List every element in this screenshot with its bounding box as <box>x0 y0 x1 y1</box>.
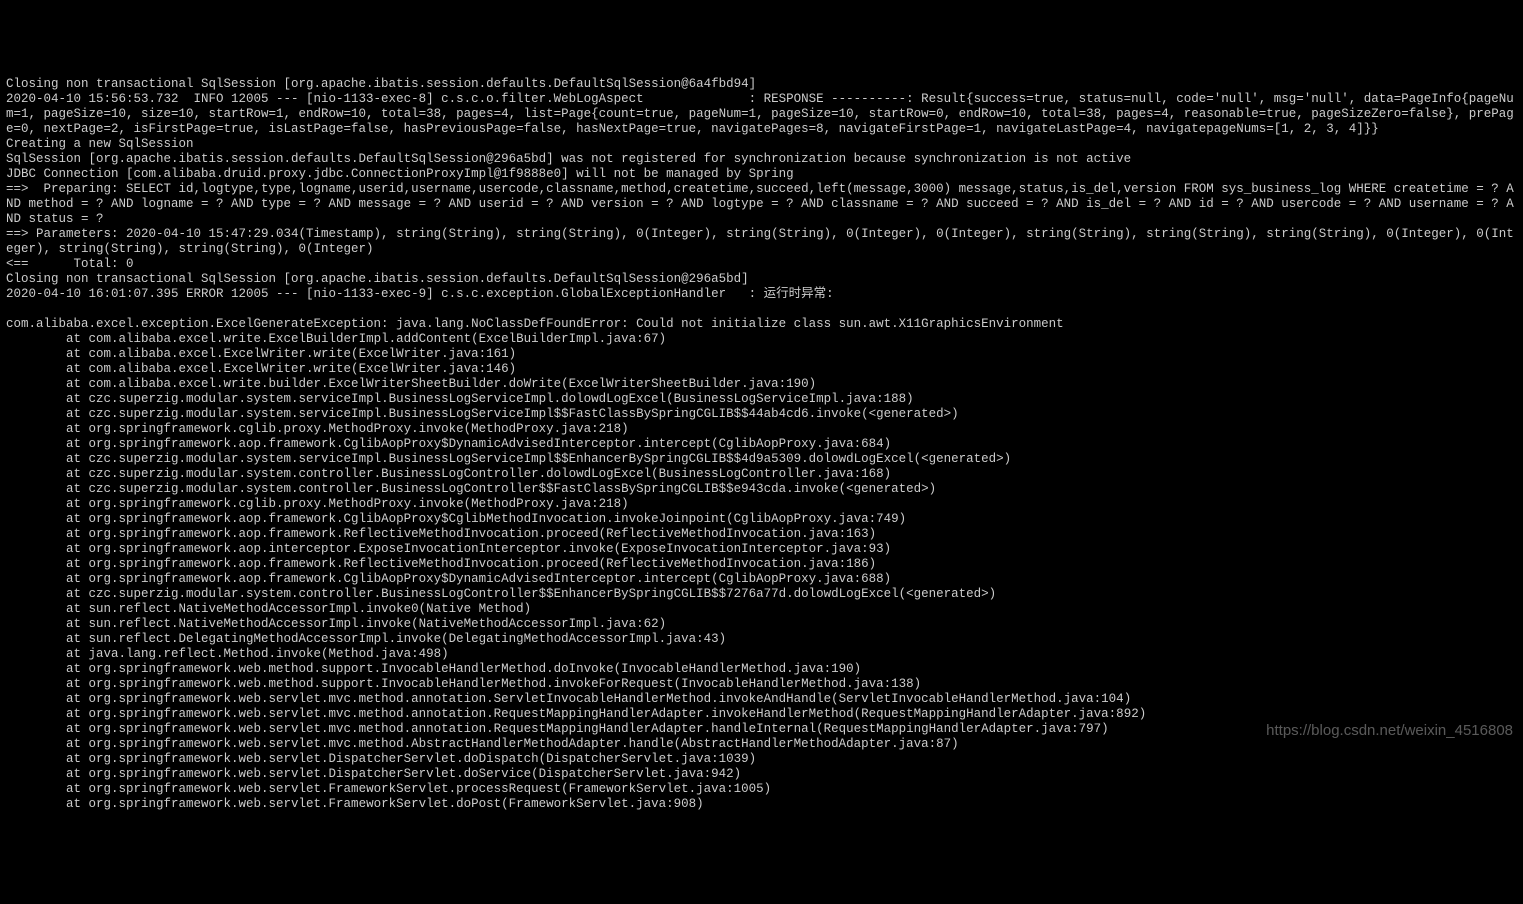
log-line: at com.alibaba.excel.write.ExcelBuilderI… <box>6 332 1517 347</box>
log-line: at org.springframework.aop.interceptor.E… <box>6 542 1517 557</box>
log-line: at org.springframework.aop.framework.Cgl… <box>6 437 1517 452</box>
log-line: Closing non transactional SqlSession [or… <box>6 272 1517 287</box>
log-line: at org.springframework.web.servlet.Dispa… <box>6 752 1517 767</box>
log-line: at org.springframework.aop.framework.Cgl… <box>6 512 1517 527</box>
log-line: at org.springframework.web.method.suppor… <box>6 662 1517 677</box>
log-line: 2020-04-10 16:01:07.395 ERROR 12005 --- … <box>6 287 1517 302</box>
log-line: at czc.superzig.modular.system.serviceIm… <box>6 452 1517 467</box>
log-line: at org.springframework.aop.framework.Ref… <box>6 557 1517 572</box>
log-line: at sun.reflect.NativeMethodAccessorImpl.… <box>6 617 1517 632</box>
log-line: at org.springframework.cglib.proxy.Metho… <box>6 497 1517 512</box>
log-line: at org.springframework.web.servlet.Frame… <box>6 782 1517 797</box>
log-line: ==> Parameters: 2020-04-10 15:47:29.034(… <box>6 227 1517 257</box>
log-line: 2020-04-10 15:56:53.732 INFO 12005 --- [… <box>6 92 1517 137</box>
log-line: Creating a new SqlSession <box>6 137 1517 152</box>
log-line: at org.springframework.aop.framework.Ref… <box>6 527 1517 542</box>
log-line: JDBC Connection [com.alibaba.druid.proxy… <box>6 167 1517 182</box>
log-line: SqlSession [org.apache.ibatis.session.de… <box>6 152 1517 167</box>
log-line <box>6 302 1517 317</box>
terminal-output[interactable]: Closing non transactional SqlSession [or… <box>0 75 1523 814</box>
log-line: at czc.superzig.modular.system.controlle… <box>6 587 1517 602</box>
log-line: at czc.superzig.modular.system.controlle… <box>6 482 1517 497</box>
log-line: at org.springframework.web.servlet.Dispa… <box>6 767 1517 782</box>
log-line: at czc.superzig.modular.system.controlle… <box>6 467 1517 482</box>
log-line: ==> Preparing: SELECT id,logtype,type,lo… <box>6 182 1517 227</box>
log-line: at org.springframework.web.method.suppor… <box>6 677 1517 692</box>
log-line: at com.alibaba.excel.write.builder.Excel… <box>6 377 1517 392</box>
log-line: at java.lang.reflect.Method.invoke(Metho… <box>6 647 1517 662</box>
log-line: at org.springframework.web.servlet.mvc.m… <box>6 737 1517 752</box>
log-line: at czc.superzig.modular.system.serviceIm… <box>6 407 1517 422</box>
log-line: at org.springframework.web.servlet.mvc.m… <box>6 692 1517 707</box>
log-line: <== Total: 0 <box>6 257 1517 272</box>
log-line: at czc.superzig.modular.system.serviceIm… <box>6 392 1517 407</box>
log-line: com.alibaba.excel.exception.ExcelGenerat… <box>6 317 1517 332</box>
log-line: at com.alibaba.excel.ExcelWriter.write(E… <box>6 362 1517 377</box>
log-line: at sun.reflect.DelegatingMethodAccessorI… <box>6 632 1517 647</box>
log-line: at org.springframework.web.servlet.Frame… <box>6 797 1517 812</box>
log-line: at org.springframework.aop.framework.Cgl… <box>6 572 1517 587</box>
log-line: at org.springframework.web.servlet.mvc.m… <box>6 707 1517 722</box>
log-line: at com.alibaba.excel.ExcelWriter.write(E… <box>6 347 1517 362</box>
log-line: Closing non transactional SqlSession [or… <box>6 77 1517 92</box>
log-line: at org.springframework.web.servlet.mvc.m… <box>6 722 1517 737</box>
log-line: at org.springframework.cglib.proxy.Metho… <box>6 422 1517 437</box>
log-line: at sun.reflect.NativeMethodAccessorImpl.… <box>6 602 1517 617</box>
